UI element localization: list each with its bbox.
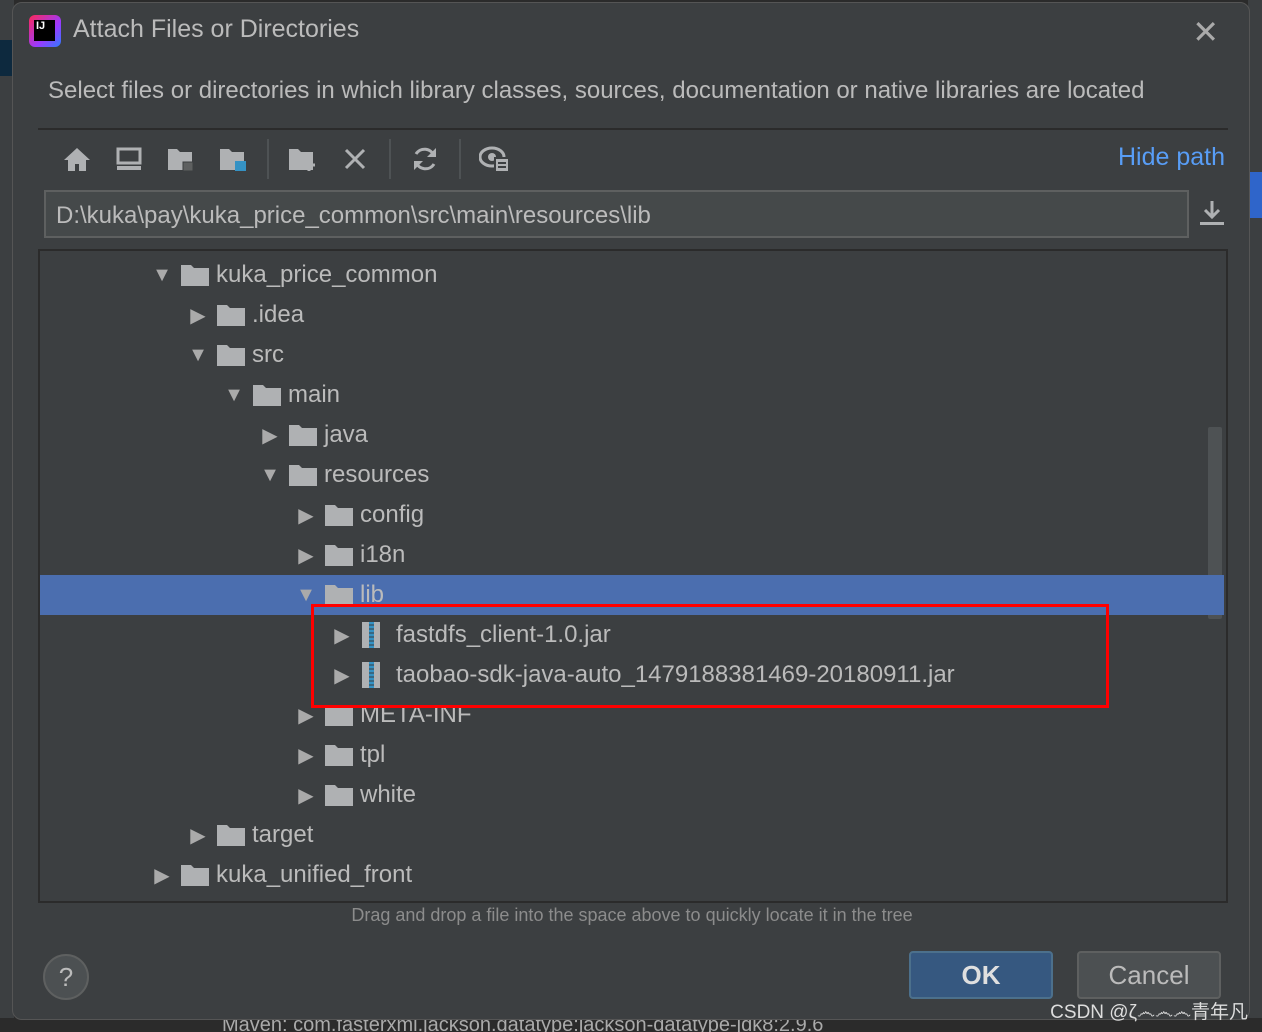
collapsed-arrow-icon[interactable]: ▶ <box>324 623 360 648</box>
tree-row-label: resources <box>324 461 430 488</box>
expanded-arrow-icon[interactable]: ▼ <box>288 584 324 607</box>
tree-row-label: fastdfs_client-1.0.jar <box>396 621 611 648</box>
expanded-arrow-icon[interactable]: ▼ <box>252 464 288 487</box>
tree-row[interactable]: ▶ .idea <box>40 295 1224 335</box>
tree-row[interactable]: ▼ lib <box>40 575 1224 615</box>
collapsed-arrow-icon[interactable]: ▶ <box>288 783 324 808</box>
tree-row[interactable]: ▶ config <box>40 495 1224 535</box>
folder-icon <box>180 263 210 287</box>
collapsed-arrow-icon[interactable]: ▶ <box>144 863 180 888</box>
show-hidden-icon[interactable] <box>469 139 521 179</box>
refresh-icon[interactable] <box>399 139 451 179</box>
jar-icon <box>360 622 390 648</box>
expanded-arrow-icon[interactable]: ▼ <box>216 384 252 407</box>
file-tree[interactable]: ▼ kuka_price_common ▶ .idea ▼ src ▼ main ▶ java ▼ r… <box>38 249 1228 903</box>
tree-row-label: lib <box>360 581 385 608</box>
folder-icon <box>288 463 318 487</box>
expanded-arrow-icon[interactable]: ▼ <box>180 344 216 367</box>
collapsed-arrow-icon[interactable]: ▶ <box>288 743 324 768</box>
tree-row-label: META-INF <box>360 701 472 728</box>
delete-icon[interactable] <box>329 139 381 179</box>
toolbar-separator <box>267 139 269 179</box>
tree-row-label: java <box>324 421 369 448</box>
collapsed-arrow-icon[interactable]: ▶ <box>288 703 324 728</box>
tree-row[interactable]: ▶ java <box>40 415 1224 455</box>
tree-row[interactable]: ▶ kuka_unified_front <box>40 855 1224 895</box>
collapsed-arrow-icon[interactable]: ▶ <box>180 823 216 848</box>
tree-row[interactable]: ▶ white <box>40 775 1224 815</box>
toolbar <box>51 139 521 179</box>
project-folder-icon[interactable] <box>155 139 207 179</box>
folder-icon <box>180 863 210 887</box>
folder-icon <box>216 303 246 327</box>
jar-icon <box>360 662 390 688</box>
ide-selection <box>1248 172 1262 218</box>
collapsed-arrow-icon[interactable]: ▶ <box>288 503 324 528</box>
tree-row[interactable]: ▶ target <box>40 815 1224 855</box>
collapsed-arrow-icon[interactable]: ▶ <box>252 423 288 448</box>
tree-row-label: white <box>360 781 417 808</box>
tree-row[interactable]: ▶ taobao-sdk-java-auto_1479188381469-2018… <box>40 655 1224 695</box>
tree-row[interactable]: ▼ src <box>40 335 1224 375</box>
tree-row-label: i18n <box>360 541 406 568</box>
help-button[interactable]: ? <box>43 954 89 1000</box>
tree-row[interactable]: ▶ tpl <box>40 735 1224 775</box>
toolbar-separator <box>459 139 461 179</box>
tree-row[interactable]: ▶ META-INF <box>40 695 1224 735</box>
close-icon[interactable]: ✕ <box>1192 13 1219 51</box>
desktop-icon[interactable] <box>103 139 155 179</box>
tree-row[interactable]: ▶ fastdfs_client-1.0.jar <box>40 615 1224 655</box>
hide-path-link[interactable]: Hide path <box>1118 143 1225 172</box>
tree-row[interactable]: ▼ kuka_price_common <box>40 255 1224 295</box>
tree-row-label: .idea <box>252 301 305 328</box>
folder-icon <box>324 743 354 767</box>
attach-files-dialog: IJ Attach Files or Directories ✕ Select … <box>12 2 1250 1020</box>
folder-icon <box>252 383 282 407</box>
watermark: CSDN @ζ෴෴෴青年凡 <box>1050 1002 1248 1023</box>
folder-icon <box>324 503 354 527</box>
collapsed-arrow-icon[interactable]: ▶ <box>288 543 324 568</box>
tree-row-label: main <box>288 381 341 408</box>
tree-row[interactable]: ▼ main <box>40 375 1224 415</box>
intellij-logo-icon: IJ <box>29 15 61 47</box>
drag-drop-hint: Drag and drop a file into the space abov… <box>351 905 913 925</box>
module-folder-icon[interactable] <box>207 139 259 179</box>
ok-button[interactable]: OK <box>909 951 1053 999</box>
toolbar-separator <box>389 139 391 179</box>
collapsed-arrow-icon[interactable]: ▶ <box>324 663 360 688</box>
cancel-button[interactable]: Cancel <box>1077 951 1221 999</box>
folder-icon <box>324 703 354 727</box>
folder-icon <box>216 823 246 847</box>
folder-icon <box>324 583 354 607</box>
tree-row-label: taobao-sdk-java-auto_1479188381469-20180… <box>396 661 955 688</box>
home-icon[interactable] <box>51 139 103 179</box>
folder-icon <box>216 343 246 367</box>
tree-row-label: tpl <box>360 741 386 768</box>
tree-row-label: kuka_price_common <box>216 261 438 288</box>
ide-right-panel <box>1248 0 1262 1032</box>
tree-row[interactable]: ▶ i18n <box>40 535 1224 575</box>
dialog-title: Attach Files or Directories <box>73 15 360 43</box>
tree-row-label: src <box>252 341 284 368</box>
path-input[interactable]: D:\kuka\pay\kuka_price_common\src\main\r… <box>44 190 1189 238</box>
dialog-description: Select files or directories in which lib… <box>48 77 1145 104</box>
folder-icon <box>324 783 354 807</box>
folder-icon <box>288 423 318 447</box>
tree-row-label: kuka_unified_front <box>216 861 413 888</box>
download-icon[interactable] <box>1199 199 1225 232</box>
folder-icon <box>324 543 354 567</box>
tree-row-label: config <box>360 501 425 528</box>
collapsed-arrow-icon[interactable]: ▶ <box>180 303 216 328</box>
tree-row-label: target <box>252 821 314 848</box>
divider <box>38 128 1228 130</box>
new-folder-icon[interactable] <box>277 139 329 179</box>
ide-selection <box>0 40 12 76</box>
expanded-arrow-icon[interactable]: ▼ <box>144 264 180 287</box>
tree-row[interactable]: ▼ resources <box>40 455 1224 495</box>
